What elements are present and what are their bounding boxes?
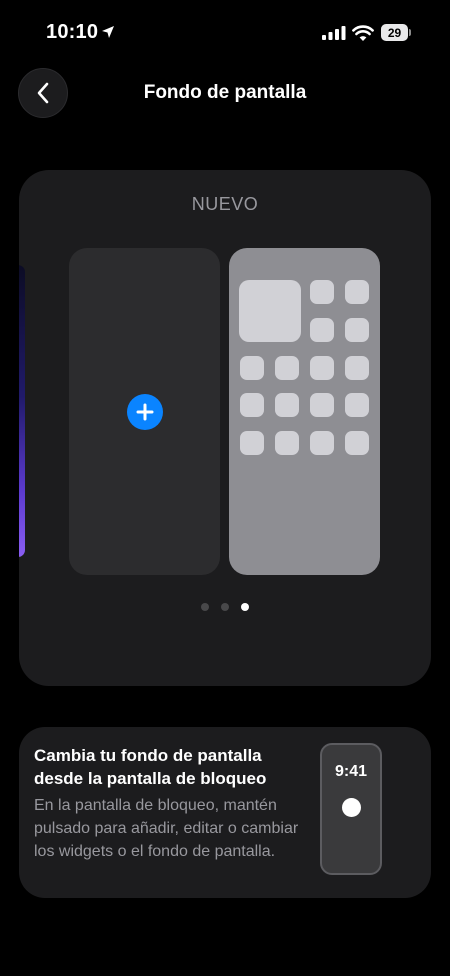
app-icon-placeholder xyxy=(275,431,299,455)
page-dot-active[interactable] xyxy=(241,603,249,611)
app-icon-placeholder xyxy=(345,318,369,342)
status-bar: 10:10 29 xyxy=(0,0,450,60)
app-icon-placeholder xyxy=(345,356,369,380)
app-icon-placeholder xyxy=(240,431,264,455)
wallpaper-gallery-card[interactable]: NUEVO xyxy=(19,170,431,686)
app-icon-placeholder xyxy=(275,356,299,380)
battery-level: 29 xyxy=(381,24,408,41)
app-icon-placeholder xyxy=(240,356,264,380)
app-icon-placeholder xyxy=(275,393,299,417)
app-icon-placeholder xyxy=(345,431,369,455)
illustration-time: 9:41 xyxy=(334,763,368,780)
page-title: Fondo de pantalla xyxy=(143,82,307,103)
cellular-signal-icon xyxy=(322,26,346,40)
widget-placeholder xyxy=(239,280,301,342)
app-icon-placeholder xyxy=(345,280,369,304)
previous-wallpaper-preview[interactable] xyxy=(19,265,25,557)
touch-indicator xyxy=(342,798,361,817)
app-icon-placeholder xyxy=(310,318,334,342)
app-icon-placeholder xyxy=(310,393,334,417)
app-icon-placeholder xyxy=(310,280,334,304)
new-wallpaper-label: NUEVO xyxy=(191,194,259,214)
new-lock-screen-preview[interactable] xyxy=(69,248,220,575)
page-dot[interactable] xyxy=(201,603,209,611)
app-icon-placeholder xyxy=(310,356,334,380)
new-home-screen-preview[interactable] xyxy=(229,248,380,575)
page-dot[interactable] xyxy=(221,603,229,611)
battery-indicator: 29 xyxy=(381,24,411,41)
battery-cap xyxy=(409,29,411,36)
add-wallpaper-button[interactable] xyxy=(126,393,163,430)
tip-title: Cambia tu fondo de pantalla desde la pan… xyxy=(34,746,267,788)
tip-body: En la pantalla de bloqueo, mantén pulsad… xyxy=(34,797,299,860)
page-indicator[interactable] xyxy=(19,603,431,611)
wifi-icon xyxy=(352,25,374,41)
app-icon-placeholder xyxy=(240,393,264,417)
lock-screen-illustration: 9:41 xyxy=(320,743,382,875)
lock-screen-tip-card: Cambia tu fondo de pantalla desde la pan… xyxy=(19,727,431,898)
app-icon-placeholder xyxy=(310,431,334,455)
plus-icon xyxy=(136,403,153,420)
status-time: 10:10 xyxy=(46,21,99,43)
location-arrow-icon xyxy=(102,26,114,38)
app-icon-placeholder xyxy=(345,393,369,417)
